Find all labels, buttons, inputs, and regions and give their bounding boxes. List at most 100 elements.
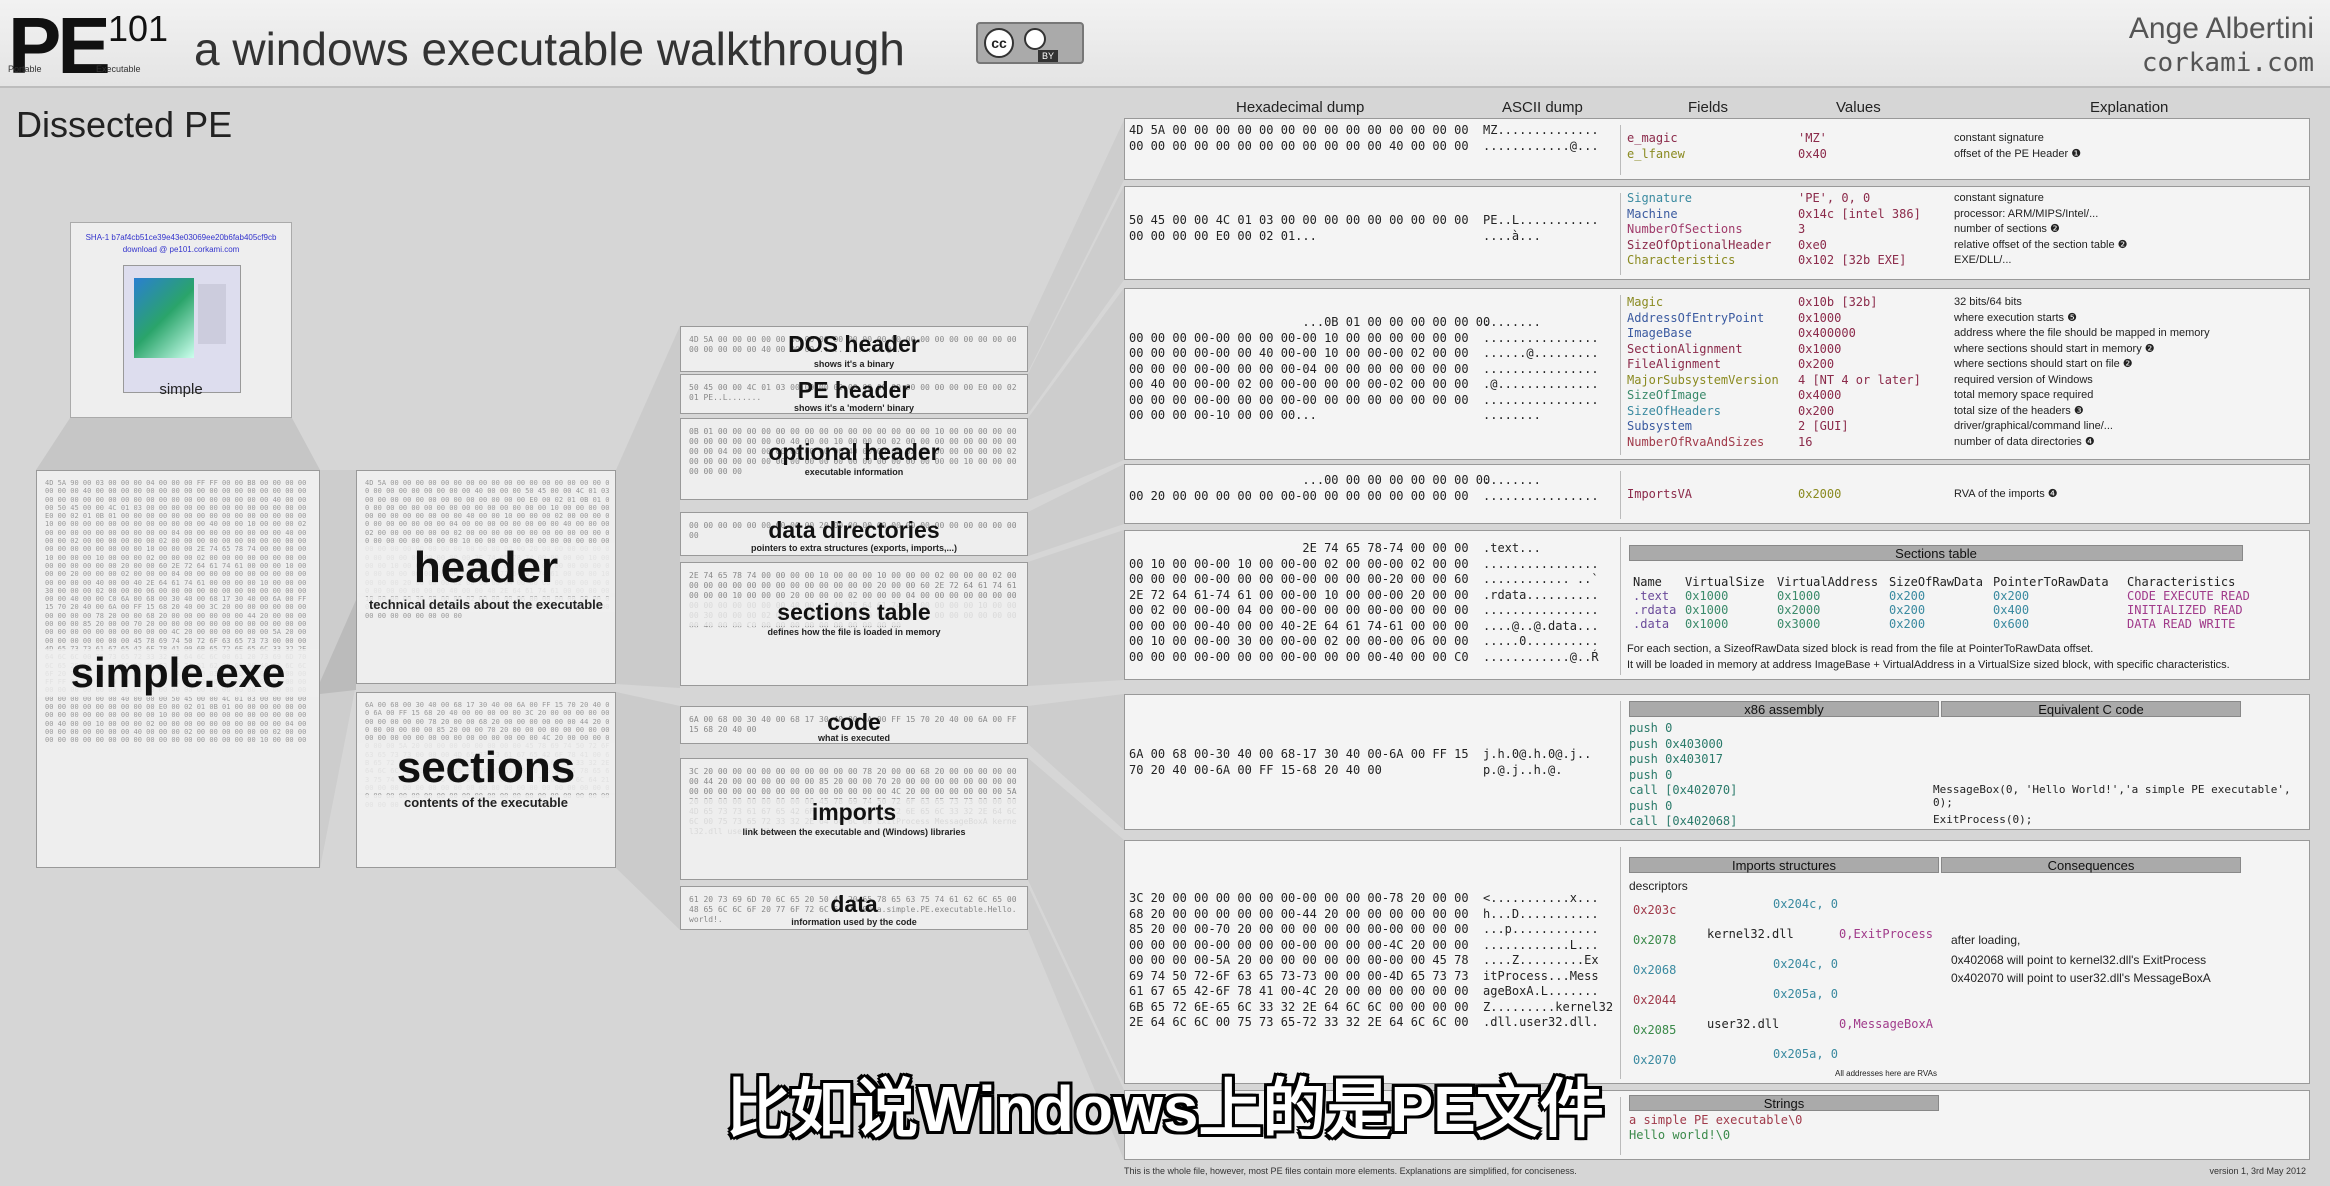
hex-line: 00 00 00 00-00 00 00 00-00 00 00 00-4C 2… [1129,937,1469,952]
hex-line: 00 00 00 00 E0 00 02 01... [1129,228,1317,243]
hex-line: 3C 20 00 00 00 00 00 00-00 00 00 00-78 2… [1129,891,1469,905]
value: 0x102 [32b EXE] [1798,253,1907,267]
hex-line: 6B 65 72 6E-65 6C 33 32 2E 64 6C 6C 00 0… [1129,999,1469,1014]
sections-part-desc: contents of the executable [357,795,615,810]
c-line-2: ExitProcess(0); [1933,813,2033,826]
pe-ascii: PE..L........... ....à... [1483,213,1599,244]
opt-expl: 32 bits/64 bits where execution starts ❺… [1954,295,2210,450]
divider [1620,295,1621,455]
section-row-data: .data 0x1000 0x3000 0x200 0x600 DATA REA… [1633,617,2257,631]
import-item: 0x2085 [1633,1023,1677,1037]
td: 0x1000 [1777,589,1821,603]
imports-cons-title: Consequences [1941,857,2241,873]
hex-line: 00 02 00 00-00 04 00 00-00 00 00 00-00 0… [1129,603,1469,617]
func-messagebox: 0,MessageBoxA [1839,1017,1933,1031]
thumbnail-label: simple [159,381,203,398]
dd-hex: ...00 00 00 00 00 00 00 00 00 20 00 00 0… [1129,473,1490,504]
dos-ascii: MZ.............. ............@... [1483,123,1599,154]
value: 0x4000 [1798,388,1842,402]
ascii-line: ageBoxA.L....... [1483,984,1599,998]
hex-line: ...0B 01 00 00 00 00 00 00 [1129,315,1491,329]
value: 3 [1798,222,1806,236]
import-item: 0x2044 [1633,993,1677,1007]
field: e_magic [1627,131,1678,145]
ascii-line: ............@..Ŕ [1483,649,1599,664]
asm-line: push 0x403017 [1629,752,1723,766]
hex-line: 00 00 00 00-00 00 40 00-00 10 00 00-00 0… [1129,346,1469,360]
value: 0x2000 [1798,487,1842,501]
ascii-line: ................ [1483,488,1599,503]
field: AddressOfEntryPoint [1627,310,1765,325]
panel-dos-header: 4D 5A 00 00 00 00 00 00 00 00 00 00 00 0… [1124,118,2310,180]
pe-hex: 50 45 00 00 4C 01 03 00 00 00 00 00 00 0… [1129,213,1469,244]
col-explanation: Explanation [2090,99,2169,116]
value: 0x1000 [1798,341,1842,356]
struct-dos-desc: shows it's a binary [813,359,895,369]
video-subtitle: 比如说Windows上的是PE文件 [726,1073,1604,1145]
file-box: 4D 5A 90 00 03 00 00 00 04 00 00 00 FF F… [36,470,320,868]
expl: number of sections ❷ [1954,223,2060,235]
hex-line: 61 67 65 42-6F 78 41 00-4C 20 00 00 00 0… [1129,984,1469,998]
td: 0x200 [1889,589,1926,603]
struct-dos-title: DOS header [788,331,920,357]
header-part-title: header [357,543,615,593]
value: 0xe0 [1798,237,1827,252]
value: 'PE', 0, 0 [1798,191,1871,205]
td: 0x1000 [1685,589,1729,603]
hex-line: 2E 64 6C 6C 00 75 73 65-72 33 32 2E 64 6… [1129,1015,1469,1029]
col-hex: Hexadecimal dump [1236,99,1365,116]
dos-fields: e_magic e_lfanew [1627,131,1685,162]
ascii-line: .text... [1483,541,1541,555]
td: INITIALIZED READ [2127,603,2243,617]
struct-code-desc: what is executed [817,733,891,743]
connector-sections-fan [616,692,680,930]
th-chars: Characteristics [2127,575,2236,589]
hex-line: 00 00 00 00-5A 20 00 00 00 00 00 00-00 0… [1129,953,1469,967]
asm-line: push 0 [1629,767,1673,782]
th-vaddr: VirtualAddress [1777,575,1879,589]
divider [1620,537,1621,675]
hex-line: ...00 00 00 00 00 00 00 00 [1129,473,1491,487]
dos-expl: constant signature offset of the PE Head… [1954,131,2081,162]
hex-line: 4D 5A 00 00 00 00 00 00 00 00 00 00 00 0… [1129,123,1469,137]
opt-values: 0x10b [32b] 0x1000 0x400000 0x1000 0x200… [1798,295,1921,450]
expl: processor: ARM/MIPS/Intel/... [1954,207,2099,220]
download-link[interactable]: download @ pe101.corkami.com [71,245,291,254]
panel-sections-table: 2E 74 65 78-74 00 00 00 00 10 00 00-00 1… [1124,530,2310,680]
struct-imports-desc: link between the executable and (Windows… [681,827,1027,837]
hex-line: 00 00 00 00-00 00 00 00-00 00 00 00-20 0… [1129,572,1469,586]
value: 0x40 [1798,146,1827,161]
import-item: 0x203c [1633,903,1677,917]
field: ImageBase [1627,326,1693,340]
hex-line: 00 00 00 00 00 00 00 00 00 00 00 00 40 0… [1129,138,1469,153]
file-label: simple.exe [37,649,319,697]
ascii-line: ............L... [1483,937,1599,952]
ascii-line: <...........x... [1483,891,1599,905]
divider [1620,471,1621,519]
value: 0x1000 [1798,310,1842,325]
imports-struct-title: Imports structures [1629,857,1939,873]
connector-st [1028,530,1124,686]
imp-ascii: <...........x... h...D........... ...p..… [1483,891,1613,1031]
struct-optional-desc: executable information [804,467,904,477]
imp-hex: 3C 20 00 00 00 00 00 00-00 00 00 00-78 2… [1129,891,1469,1031]
divider [1620,701,1621,825]
td: 0x200 [1889,617,1926,631]
opt-hex: ...0B 01 00 00 00 00 00 00 00 00 00 00-0… [1129,315,1490,424]
code-hex: 6A 00 68 00-30 40 00 68-17 30 40 00-6A 0… [1129,747,1469,778]
ascii-line: Z.........kernel32 [1483,999,1614,1014]
field: Machine [1627,206,1678,221]
struct-code: 6A 00 68 00 30 40 00 68 17 30 40 00 6A 0… [680,706,1028,744]
column-headers: Hexadecimal dump ASCII dump Fields Value… [1124,96,2310,118]
asm-line: push 0 [1629,798,1673,813]
footer-note: This is the whole file, however, most PE… [1124,1166,1577,1176]
hex-line: 00 00 00 00-00 00 00 00-04 00 00 00 00 0… [1129,361,1469,376]
td: 0x3000 [1777,617,1821,631]
th-vsize: VirtualSize [1685,575,1765,589]
expl: where execution starts ❺ [1954,311,2077,324]
thunk-1: 0x204c, 0 [1773,897,1839,911]
hex-line: 2E 74 65 78-74 00 00 00 [1129,541,1469,555]
divider [1620,193,1621,275]
td: 0x1000 [1685,617,1729,631]
after-loading: after loading, [1951,933,2021,947]
